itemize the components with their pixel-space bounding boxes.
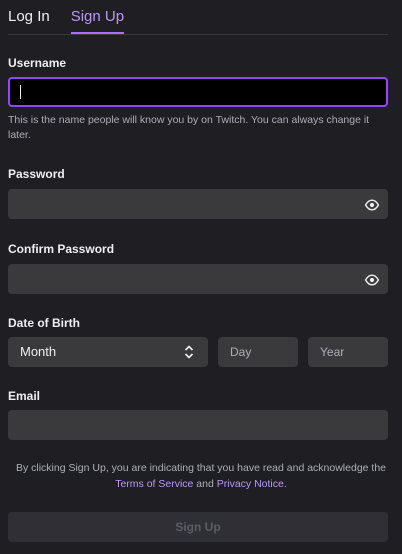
tab-sign-up[interactable]: Sign Up	[70, 0, 125, 34]
privacy-notice-link[interactable]: Privacy Notice	[217, 478, 284, 490]
password-field[interactable]	[8, 189, 388, 219]
tab-log-in[interactable]: Log In	[8, 0, 50, 34]
legal-middle: and	[193, 478, 217, 490]
password-label: Password	[8, 167, 65, 181]
confirm-password-input[interactable]	[10, 266, 386, 292]
password-input[interactable]	[10, 191, 386, 217]
email-field[interactable]	[8, 410, 388, 440]
email-input[interactable]	[10, 412, 386, 438]
legal-notice: By clicking Sign Up, you are indicating …	[4, 460, 398, 492]
month-select[interactable]: Month	[8, 337, 208, 367]
year-input[interactable]: Year	[308, 337, 388, 367]
username-field[interactable]	[8, 77, 388, 107]
legal-suffix: .	[283, 478, 287, 490]
text-caret	[20, 85, 21, 99]
username-label: Username	[8, 56, 67, 70]
sign-up-button[interactable]: Sign Up	[8, 512, 388, 542]
auth-tabs: Log In Sign Up	[8, 0, 402, 35]
month-select-value: Month	[20, 344, 57, 359]
date-of-birth-label: Date of Birth	[8, 316, 80, 330]
terms-of-service-link[interactable]: Terms of Service	[115, 478, 193, 490]
username-hint: This is the name people will know you by…	[8, 114, 370, 141]
day-input[interactable]: Day	[218, 337, 298, 367]
email-label: Email	[8, 389, 41, 403]
confirm-password-label: Confirm Password	[8, 242, 115, 256]
updown-arrows-icon	[184, 345, 194, 359]
eye-icon[interactable]	[364, 197, 380, 213]
eye-icon[interactable]	[364, 272, 380, 288]
confirm-password-field[interactable]	[8, 264, 388, 294]
username-input[interactable]	[10, 79, 386, 105]
legal-prefix: By clicking Sign Up, you are indicating …	[15, 462, 387, 474]
